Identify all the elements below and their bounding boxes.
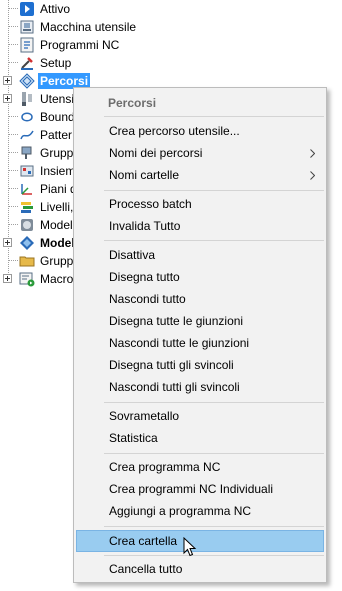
tree-node-attivo[interactable]: Attivo — [0, 0, 342, 18]
tree-node-label: Setup — [40, 56, 72, 70]
boundary-icon — [19, 109, 35, 125]
expand-icon[interactable] — [3, 76, 12, 85]
tree-node-label: Piani d — [40, 182, 77, 196]
tree-node-label: Model — [40, 236, 75, 250]
menu-separator — [104, 453, 324, 454]
folder-group-icon — [19, 253, 35, 269]
menu-item-toolpath-names[interactable]: Nomi dei percorsi — [76, 142, 324, 164]
menu-item-hide-all-links[interactable]: Nascondi tutte le giunzioni — [76, 332, 324, 354]
play-arrow-icon — [19, 1, 35, 17]
menu-item-invalidate-all[interactable]: Invalida Tutto — [76, 215, 324, 237]
pattern-icon — [19, 127, 35, 143]
model-bold-icon — [19, 235, 35, 251]
tree-node-machine-tool[interactable]: Macchina utensile — [0, 18, 342, 36]
menu-item-delete-all[interactable]: Cancella tutto — [76, 558, 324, 580]
mouse-pointer-icon — [183, 537, 197, 557]
menu-item-add-to-nc-program[interactable]: Aggiungi a programma NC — [76, 500, 324, 522]
expand-icon[interactable] — [3, 94, 12, 103]
menu-separator — [104, 555, 324, 556]
menu-item-draw-all-leads[interactable]: Disegna tutti gli svincoli — [76, 354, 324, 376]
menu-item-create-folder[interactable]: Crea cartella — [76, 530, 324, 552]
toolpaths-context-menu: Percorsi Crea percorso utensile... Nomi … — [73, 87, 327, 583]
menu-item-thickness[interactable]: Sovrametallo — [76, 405, 324, 427]
nc-program-icon — [19, 37, 35, 53]
menu-item-deactivate[interactable]: Disattiva — [76, 244, 324, 266]
workplane-icon — [19, 181, 35, 197]
tree-node-label: Utensi — [40, 92, 75, 106]
menu-item-hide-all-leads[interactable]: Nascondi tutti gli svincoli — [76, 376, 324, 398]
menu-separator — [104, 190, 324, 191]
tree-node-label: Model — [40, 218, 73, 232]
chevron-right-icon — [310, 149, 315, 158]
feature-set-icon — [19, 163, 35, 179]
tree-node-label: Insiem — [40, 164, 76, 178]
menu-item-draw-all[interactable]: Disegna tutto — [76, 266, 324, 288]
menu-title: Percorsi — [108, 96, 157, 110]
toolpaths-icon — [19, 73, 35, 89]
tree-node-setup[interactable]: Setup — [0, 54, 342, 72]
menu-separator — [104, 402, 324, 403]
menu-item-create-toolpath[interactable]: Crea percorso utensile... — [76, 120, 324, 142]
menu-item-folder-names[interactable]: Nomi cartelle — [76, 164, 324, 186]
menu-item-create-individual-nc-programs[interactable]: Crea programmi NC Individuali — [76, 478, 324, 500]
setup-icon — [19, 55, 35, 71]
macro-icon — [19, 271, 35, 287]
feature-group-icon — [19, 145, 35, 161]
menu-item-statistics[interactable]: Statistica — [76, 427, 324, 449]
tree-node-label: Patter — [40, 128, 73, 142]
tree-node-label: Programmi NC — [40, 38, 120, 52]
tree-node-label: Grupp — [40, 146, 74, 160]
tree-node-label: Bound — [40, 110, 75, 124]
menu-item-draw-all-links[interactable]: Disegna tutte le giunzioni — [76, 310, 324, 332]
tools-icon — [19, 91, 35, 107]
menu-separator — [104, 116, 324, 117]
tree-node-label: Livelli, — [40, 200, 74, 214]
tree-node-label: Attivo — [40, 2, 71, 16]
tree-node-nc-programs[interactable]: Programmi NC — [0, 36, 342, 54]
menu-separator — [104, 526, 324, 527]
menu-item-create-nc-program[interactable]: Crea programma NC — [76, 456, 324, 478]
levels-icon — [19, 199, 35, 215]
tree-node-label: Macro — [40, 272, 74, 286]
tree-node-label: Grupp — [40, 254, 74, 268]
chevron-right-icon — [310, 171, 315, 180]
model-icon — [19, 217, 35, 233]
menu-item-hide-all[interactable]: Nascondi tutto — [76, 288, 324, 310]
tree-node-label: Macchina utensile — [40, 20, 137, 34]
expand-icon[interactable] — [3, 238, 12, 247]
menu-item-batch-process[interactable]: Processo batch — [76, 193, 324, 215]
machine-tool-icon — [19, 19, 35, 35]
menu-separator — [104, 240, 324, 241]
expand-icon[interactable] — [3, 274, 12, 283]
